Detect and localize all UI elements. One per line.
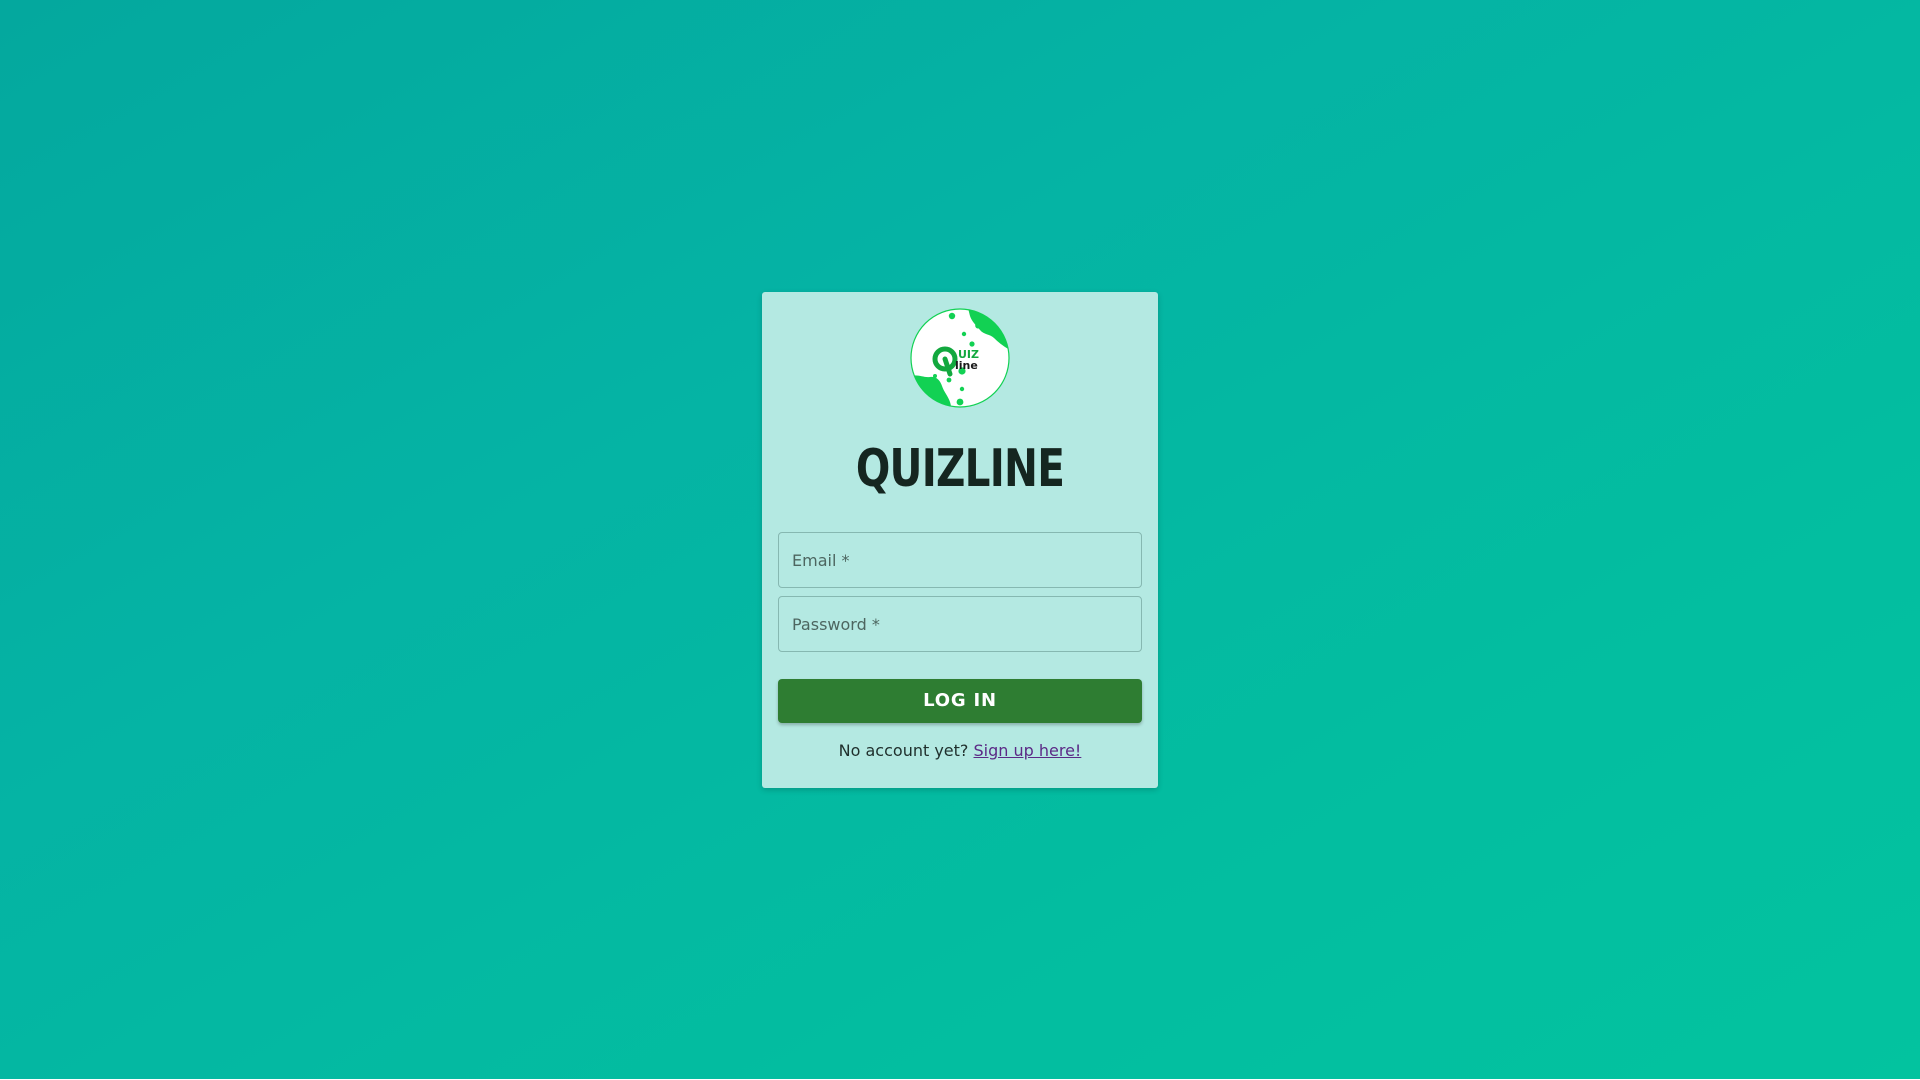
password-label: Password * <box>792 615 880 634</box>
login-button[interactable]: LOG IN <box>778 679 1142 723</box>
svg-text:line: line <box>955 359 978 372</box>
email-label: Email * <box>792 551 850 570</box>
signup-prompt-text: No account yet? <box>838 741 969 760</box>
password-field[interactable]: Password * <box>778 596 1142 652</box>
signup-link[interactable]: Sign up here! <box>974 741 1082 760</box>
signup-prompt-line: No account yet? Sign up here! <box>762 741 1158 760</box>
email-field[interactable]: Email * <box>778 532 1142 588</box>
login-card: UIZ line QUIZLINE Email * Password * LOG… <box>762 292 1158 788</box>
quizline-logo-icon: UIZ line <box>910 308 1010 408</box>
page-title: QUIZLINE <box>855 439 1065 499</box>
